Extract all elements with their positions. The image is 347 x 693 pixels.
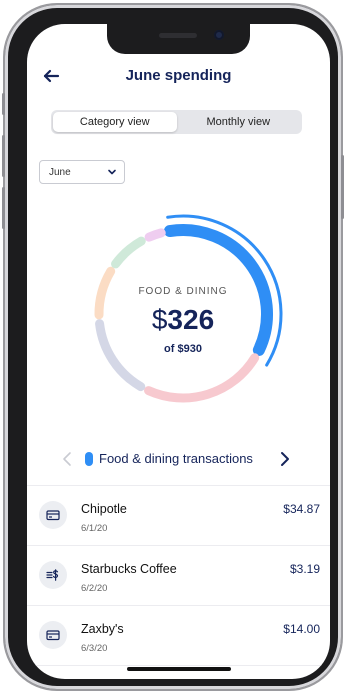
view-toggle: Category view Monthly view: [51, 110, 302, 134]
transaction-amount: $34.87: [283, 502, 320, 516]
transaction-name: Chipotle: [81, 502, 127, 516]
chevron-left-icon[interactable]: [61, 451, 75, 467]
front-camera: [214, 30, 224, 40]
amount-value: 326: [167, 304, 215, 335]
app-screen: June spending Category view Monthly view…: [27, 24, 330, 679]
month-select-value: June: [49, 166, 71, 178]
transaction-row[interactable]: Chipotle 6/1/20 $34.87: [27, 486, 330, 546]
transaction-name: Zaxby's: [81, 622, 124, 636]
transfer-dollar-icon: [39, 561, 67, 589]
selected-category-amount: $326: [78, 304, 288, 336]
credit-card-icon: [39, 501, 67, 529]
home-indicator: [127, 667, 231, 671]
mute-switch: [2, 93, 5, 115]
total-spending: of $930: [164, 343, 202, 355]
transaction-date: 6/2/20: [81, 583, 108, 594]
currency-symbol: $: [151, 304, 168, 335]
transaction-date: 6/1/20: [81, 523, 108, 534]
tab-monthly-view[interactable]: Monthly view: [177, 112, 301, 132]
category-color-pill: [85, 452, 93, 466]
phone-frame: June spending Category view Monthly view…: [2, 5, 344, 689]
transactions-nav: Food & dining transactions: [27, 448, 330, 470]
speaker: [159, 33, 197, 38]
transaction-name: Starbucks Coffee: [81, 562, 177, 576]
power-button: [341, 155, 344, 219]
notch: [107, 24, 250, 54]
month-select[interactable]: June: [39, 160, 125, 184]
transaction-row[interactable]: Starbucks Coffee 6/2/20 $3.19: [27, 546, 330, 606]
transactions-nav-label: Food & dining transactions: [99, 451, 253, 466]
transaction-list: Chipotle 6/1/20 $34.87 Starbucks Coffee …: [27, 485, 330, 666]
chevron-down-icon: [107, 167, 117, 177]
transaction-date: 6/3/20: [81, 643, 108, 654]
tab-category-view[interactable]: Category view: [53, 112, 177, 132]
credit-card-icon: [39, 621, 67, 649]
volume-down-button: [2, 187, 5, 229]
transaction-row[interactable]: Zaxby's 6/3/20 $14.00: [27, 606, 330, 666]
chevron-right-icon[interactable]: [277, 451, 291, 467]
selected-category-label: FOOD & DINING: [138, 286, 228, 297]
volume-up-button: [2, 135, 5, 177]
transaction-amount: $3.19: [289, 562, 320, 576]
donut-summary: FOOD & DINING $326 of $930: [78, 209, 288, 419]
transaction-amount: $14.00: [283, 622, 320, 636]
page-title: June spending: [125, 67, 232, 84]
